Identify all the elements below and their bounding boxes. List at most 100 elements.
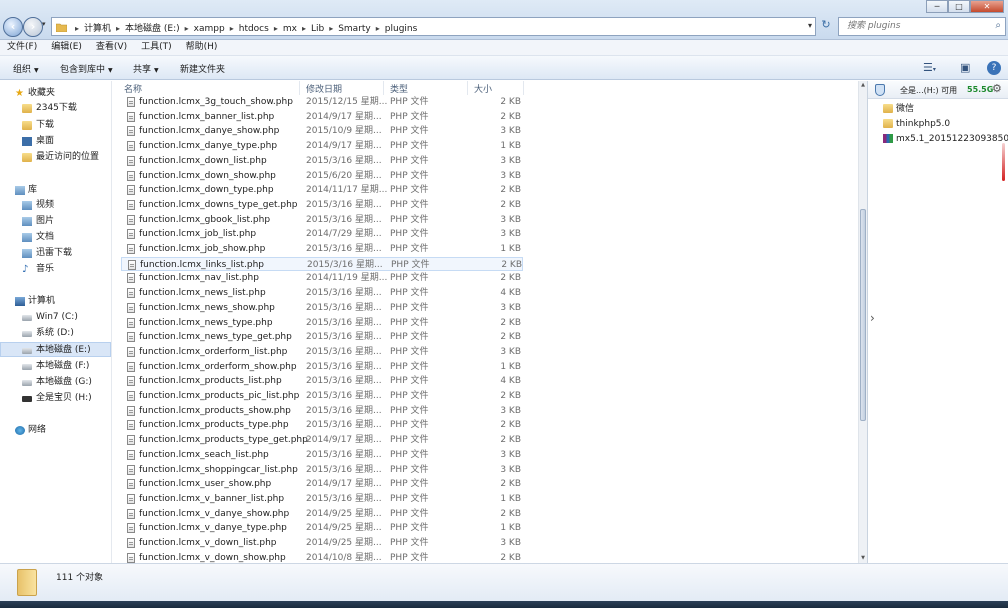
sidebar-network[interactable]: 网络 bbox=[0, 423, 111, 438]
search-box[interactable]: ⌕ bbox=[838, 17, 1006, 36]
include-in-library-button[interactable]: 包含到库中 ▼ bbox=[60, 62, 113, 75]
table-row[interactable]: function.lcmx_down_show.php 2015/6/20 星期.… bbox=[121, 169, 523, 183]
sidebar-libraries[interactable]: 库 bbox=[0, 183, 111, 198]
column-header-type[interactable]: 类型 bbox=[390, 82, 408, 95]
table-row[interactable]: function.lcmx_shoppingcar_list.php 2015/3… bbox=[121, 463, 523, 477]
table-row[interactable]: function.lcmx_seach_list.php 2015/3/16 星期… bbox=[121, 448, 523, 462]
sidebar-computer[interactable]: 计算机 bbox=[0, 294, 111, 309]
maximize-button[interactable]: □ bbox=[948, 0, 970, 13]
breadcrumb-separator-icon[interactable]: ▸ bbox=[274, 24, 278, 33]
table-row[interactable]: function.lcmx_down_list.php 2015/3/16 星期.… bbox=[121, 154, 523, 168]
table-row[interactable]: function.lcmx_v_down_list.php 2014/9/25 星… bbox=[121, 536, 523, 550]
breadcrumb-item[interactable]: 本地磁盘 (E:) bbox=[125, 24, 180, 34]
sidebar-item-drive-e[interactable]: 本地磁盘 (E:) bbox=[0, 342, 111, 357]
back-button[interactable]: ‹ bbox=[3, 17, 23, 37]
sidebar-item-videos[interactable]: 视频 bbox=[0, 198, 111, 213]
sidebar-favorites[interactable]: ★ 收藏夹 bbox=[0, 86, 111, 101]
table-row[interactable]: function.lcmx_downs_type_get.php 2015/3/1… bbox=[121, 198, 523, 212]
table-row[interactable]: function.lcmx_products_type_get.php 2014/… bbox=[121, 433, 523, 447]
sidebar-item-drive-c[interactable]: Win7 (C:) bbox=[0, 310, 111, 325]
table-row[interactable]: function.lcmx_products_pic_list.php 2015/… bbox=[121, 389, 523, 403]
breadcrumb-item[interactable]: htdocs bbox=[239, 24, 269, 34]
breadcrumb-separator-icon[interactable]: ▸ bbox=[75, 24, 79, 33]
table-row[interactable]: function.lcmx_job_list.php 2014/7/29 星期..… bbox=[121, 227, 523, 241]
gear-icon[interactable]: ⚙ bbox=[992, 82, 1002, 95]
table-row[interactable]: function.lcmx_v_banner_list.php 2015/3/16… bbox=[121, 492, 523, 506]
view-options-icon[interactable]: ☰▾ bbox=[923, 61, 936, 74]
table-row[interactable]: function.lcmx_news_type.php 2015/3/16 星期.… bbox=[121, 316, 523, 330]
table-row[interactable]: function.lcmx_danye_type.php 2014/9/17 星期… bbox=[121, 139, 523, 153]
minimize-button[interactable]: ─ bbox=[926, 0, 948, 13]
breadcrumb-separator-icon[interactable]: ▸ bbox=[230, 24, 234, 33]
sidebar-item-2345-downloads[interactable]: 2345下载 bbox=[0, 101, 111, 116]
column-divider[interactable] bbox=[467, 81, 468, 95]
breadcrumb-separator-icon[interactable]: ▸ bbox=[376, 24, 380, 33]
table-row[interactable]: function.lcmx_products_show.php 2015/3/16… bbox=[121, 404, 523, 418]
table-row[interactable]: function.lcmx_nav_list.php 2014/11/19 星期.… bbox=[121, 271, 523, 285]
preview-pane-icon[interactable]: ▣ bbox=[960, 61, 970, 74]
table-row[interactable]: function.lcmx_orderform_list.php 2015/3/1… bbox=[121, 345, 523, 359]
expand-pane-button[interactable]: › bbox=[870, 311, 882, 331]
table-row[interactable]: function.lcmx_news_show.php 2015/3/16 星期.… bbox=[121, 301, 523, 315]
table-row[interactable]: function.lcmx_news_type_get.php 2015/3/16… bbox=[121, 330, 523, 344]
sidebar-item-documents[interactable]: 文档 bbox=[0, 230, 111, 245]
table-row[interactable]: function.lcmx_v_danye_show.php 2014/9/25 … bbox=[121, 507, 523, 521]
table-row[interactable]: function.lcmx_products_list.php 2015/3/16… bbox=[121, 374, 523, 388]
sidebar-item-drive-d[interactable]: 系统 (D:) bbox=[0, 326, 111, 341]
table-row[interactable]: function.lcmx_v_danye_type.php 2014/9/25 … bbox=[121, 521, 523, 535]
table-row[interactable]: function.lcmx_banner_list.php 2014/9/17 星… bbox=[121, 110, 523, 124]
menu-view[interactable]: 查看(V) bbox=[89, 40, 134, 55]
scroll-up-icon[interactable]: ▲ bbox=[860, 82, 866, 88]
close-button[interactable]: ✕ bbox=[970, 0, 1004, 13]
sidebar-item-desktop[interactable]: 桌面 bbox=[0, 134, 111, 149]
sidebar-item-recent-places[interactable]: 最近访问的位置 bbox=[0, 150, 111, 165]
sidebar-item-downloads[interactable]: 下载 bbox=[0, 118, 111, 133]
column-divider[interactable] bbox=[299, 81, 300, 95]
chevron-down-icon[interactable]: ▾ bbox=[808, 21, 812, 30]
refresh-button[interactable]: ↻ bbox=[818, 18, 834, 36]
share-button[interactable]: 共享 ▼ bbox=[133, 62, 159, 75]
scroll-down-icon[interactable]: ▼ bbox=[860, 555, 866, 561]
menu-tools[interactable]: 工具(T) bbox=[134, 40, 179, 55]
table-row[interactable]: function.lcmx_gbook_list.php 2015/3/16 星期… bbox=[121, 213, 523, 227]
table-row[interactable]: function.lcmx_links_list.php 2015/3/16 星期… bbox=[121, 256, 523, 271]
breadcrumb-item[interactable]: mx bbox=[283, 24, 297, 34]
breadcrumb-item[interactable]: plugins bbox=[385, 24, 418, 34]
breadcrumb-separator-icon[interactable]: ▸ bbox=[302, 24, 306, 33]
breadcrumb-item[interactable]: Smarty bbox=[338, 24, 371, 34]
help-icon[interactable]: ? bbox=[987, 61, 1001, 75]
address-bar[interactable]: ▸ 计算机 ▸ 本地磁盘 (E:) ▸ xampp ▸ htdocs ▸ mx ▸ Lib ▸ Smart… bbox=[51, 17, 816, 36]
recent-pages-button[interactable]: ▾ bbox=[42, 20, 46, 28]
sidebar-item-drive-g[interactable]: 本地磁盘 (G:) bbox=[0, 375, 111, 390]
sidebar-item-music[interactable]: ♪ 音乐 bbox=[0, 262, 111, 277]
column-divider[interactable] bbox=[523, 81, 524, 95]
forward-button[interactable]: › bbox=[23, 17, 43, 37]
breadcrumb-separator-icon[interactable]: ▸ bbox=[185, 24, 189, 33]
vertical-scrollbar[interactable]: ▲ ▼ bbox=[858, 81, 867, 563]
sidebar-item-pictures[interactable]: 图片 bbox=[0, 214, 111, 229]
menu-edit[interactable]: 编辑(E) bbox=[44, 40, 89, 55]
search-input[interactable] bbox=[839, 18, 989, 34]
scrollbar-thumb[interactable] bbox=[860, 209, 866, 421]
breadcrumb-item[interactable]: 计算机 bbox=[84, 24, 111, 34]
table-row[interactable]: function.lcmx_danye_show.php 2015/10/9 星期… bbox=[121, 124, 523, 138]
table-row[interactable]: function.lcmx_user_show.php 2014/9/17 星期.… bbox=[121, 477, 523, 491]
breadcrumb-item[interactable]: Lib bbox=[311, 24, 324, 34]
column-header-size[interactable]: 大小 bbox=[474, 82, 492, 95]
organize-button[interactable]: 组织 ▼ bbox=[13, 62, 39, 75]
table-row[interactable]: function.lcmx_news_list.php 2015/3/16 星期.… bbox=[121, 286, 523, 300]
table-row[interactable]: function.lcmx_orderform_show.php 2015/3/1… bbox=[121, 360, 523, 374]
new-folder-button[interactable]: 新建文件夹 bbox=[180, 62, 225, 75]
table-row[interactable]: function.lcmx_3g_touch_show.php 2015/12/1… bbox=[121, 95, 523, 109]
table-row[interactable]: function.lcmx_products_type.php 2015/3/16… bbox=[121, 418, 523, 432]
column-header-name[interactable]: 名称 bbox=[124, 82, 142, 95]
column-header-date[interactable]: 修改日期 bbox=[306, 82, 342, 95]
breadcrumb-separator-icon[interactable]: ▸ bbox=[116, 24, 120, 33]
sidebar-item-thunder-downloads[interactable]: 迅雷下载 bbox=[0, 246, 111, 261]
sidebar-item-drive-f[interactable]: 本地磁盘 (F:) bbox=[0, 359, 111, 374]
table-row[interactable]: function.lcmx_job_show.php 2015/3/16 星期..… bbox=[121, 242, 523, 256]
menu-help[interactable]: 帮助(H) bbox=[179, 40, 225, 55]
search-icon[interactable]: ⌕ bbox=[995, 20, 1001, 31]
sidebar-item-drive-h[interactable]: 全是宝贝 (H:) bbox=[0, 391, 111, 406]
breadcrumb-separator-icon[interactable]: ▸ bbox=[329, 24, 333, 33]
